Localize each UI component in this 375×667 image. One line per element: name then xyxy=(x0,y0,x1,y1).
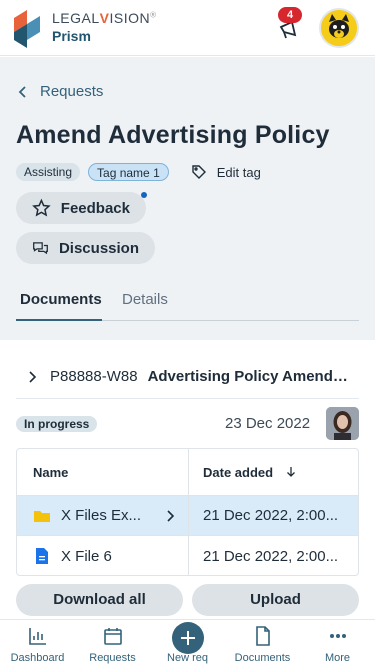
feedback-label: Feedback xyxy=(60,199,130,217)
table-row[interactable]: X Files Ex... 21 Dec 2022, 2:00... xyxy=(17,496,358,536)
file-date-cell: 21 Dec 2022, 2:00... xyxy=(189,496,358,535)
nav-requests[interactable]: Requests xyxy=(75,620,150,667)
sort-down-arrow-icon xyxy=(287,467,296,477)
breadcrumb-label: Requests xyxy=(40,83,104,100)
tab-details[interactable]: Details xyxy=(122,291,168,321)
file-date-cell: 21 Dec 2022, 2:00... xyxy=(189,536,358,575)
breadcrumb[interactable]: Requests xyxy=(16,83,103,100)
request-summary: Requests Amend Advertising Policy Assist… xyxy=(0,57,375,340)
tab-bar: Documents Details xyxy=(16,291,359,321)
chevron-right-icon[interactable] xyxy=(163,509,177,523)
folder-icon xyxy=(34,510,50,522)
edit-tag-button[interactable]: Edit tag xyxy=(191,164,261,180)
plus-button xyxy=(172,622,204,654)
table-header: Name Date added xyxy=(17,449,358,496)
chat-bubbles-icon xyxy=(33,242,48,255)
column-name-header[interactable]: Name xyxy=(17,449,189,495)
document-icon xyxy=(36,548,48,564)
status-badge: In progress xyxy=(16,416,98,432)
file-name: X Files Ex... xyxy=(61,507,142,524)
case-row[interactable]: P88888-W88 Advertising Policy Amendme... xyxy=(16,355,359,399)
notification-badge: 4 xyxy=(278,7,302,23)
tag-icon xyxy=(192,165,206,179)
nav-dashboard[interactable]: Dashboard xyxy=(0,620,75,667)
documents-table: Name Date added X Files Ex... 21 Dec 202… xyxy=(16,448,359,576)
download-all-button[interactable]: Download all xyxy=(16,584,183,616)
plus-icon xyxy=(181,631,195,645)
logo-subtitle: Prism xyxy=(52,28,91,44)
document-icon xyxy=(256,626,270,646)
file-date: 21 Dec 2022, 2:00... xyxy=(203,547,339,565)
edit-tag-label: Edit tag xyxy=(216,164,261,180)
file-date: 21 Dec 2022, 2:00... xyxy=(203,507,339,524)
case-name: Advertising Policy Amendme... xyxy=(147,368,359,385)
person-photo-icon xyxy=(326,407,359,440)
file-name: X File 6 xyxy=(61,547,112,565)
status-row: In progress 23 Dec 2022 xyxy=(16,407,359,441)
case-id: P88888-W88 xyxy=(50,368,138,385)
discussion-label: Discussion xyxy=(58,239,139,257)
tag-list: Assisting Tag name 1 Edit tag xyxy=(16,163,261,181)
feedback-button[interactable]: Feedback xyxy=(16,192,146,224)
chevron-right-icon xyxy=(29,370,37,383)
nav-documents[interactable]: Documents xyxy=(225,620,300,667)
dots-icon xyxy=(330,634,346,638)
nav-new-request[interactable]: New req xyxy=(150,620,225,667)
upload-button[interactable]: Upload xyxy=(192,584,359,616)
logo-wordmark: LEGALVISION® xyxy=(52,10,157,26)
app-header: LEGALVISION® Prism 4 xyxy=(0,0,375,56)
user-avatar[interactable] xyxy=(319,8,359,48)
table-row[interactable]: X File 6 21 Dec 2022, 2:00... xyxy=(17,536,358,575)
file-name-cell: X Files Ex... xyxy=(17,496,189,535)
tag-name-1[interactable]: Tag name 1 xyxy=(88,163,169,181)
tag-assisting[interactable]: Assisting xyxy=(16,163,81,181)
column-date-header[interactable]: Date added xyxy=(189,449,358,495)
file-name-cell: X File 6 xyxy=(17,536,189,575)
assignee-avatar[interactable] xyxy=(326,407,359,440)
raccoon-avatar-icon xyxy=(321,10,357,46)
nav-more[interactable]: More xyxy=(300,620,375,667)
calendar-icon xyxy=(104,628,122,645)
tab-documents[interactable]: Documents xyxy=(16,291,102,321)
star-icon xyxy=(32,198,51,217)
chart-icon xyxy=(29,628,46,645)
chevron-left-icon xyxy=(18,85,26,98)
feedback-unread-dot xyxy=(141,192,147,198)
status-date: 23 Dec 2022 xyxy=(225,415,311,432)
logo-mark-icon xyxy=(14,10,40,48)
bottom-nav: Dashboard Requests New req Documents Mor… xyxy=(0,619,375,667)
page-title: Amend Advertising Policy xyxy=(16,121,330,149)
discussion-button[interactable]: Discussion xyxy=(16,232,155,264)
